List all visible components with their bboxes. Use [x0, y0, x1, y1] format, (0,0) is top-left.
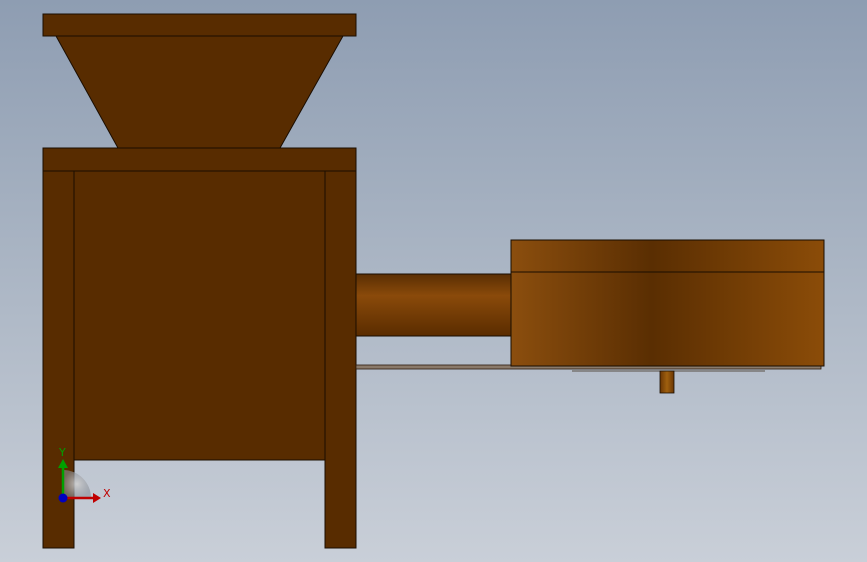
cad-viewport[interactable]: X Y — [0, 0, 867, 562]
drum-body[interactable] — [510, 271, 825, 367]
axis-x-label: X — [103, 487, 111, 500]
outlet-stub[interactable] — [659, 370, 675, 394]
frame-body-panel[interactable] — [73, 170, 326, 461]
hopper-top-plate[interactable] — [42, 13, 357, 37]
axis-z-dot — [58, 493, 68, 503]
drum-top-band[interactable] — [510, 239, 825, 273]
hopper-funnel[interactable] — [55, 35, 344, 149]
frame-top-plate[interactable] — [42, 147, 357, 172]
feed-pipe[interactable] — [355, 273, 513, 337]
machine-model[interactable]: X Y — [0, 0, 867, 562]
axis-y-label: Y — [58, 446, 66, 459]
frame-right-leg[interactable] — [324, 170, 357, 549]
